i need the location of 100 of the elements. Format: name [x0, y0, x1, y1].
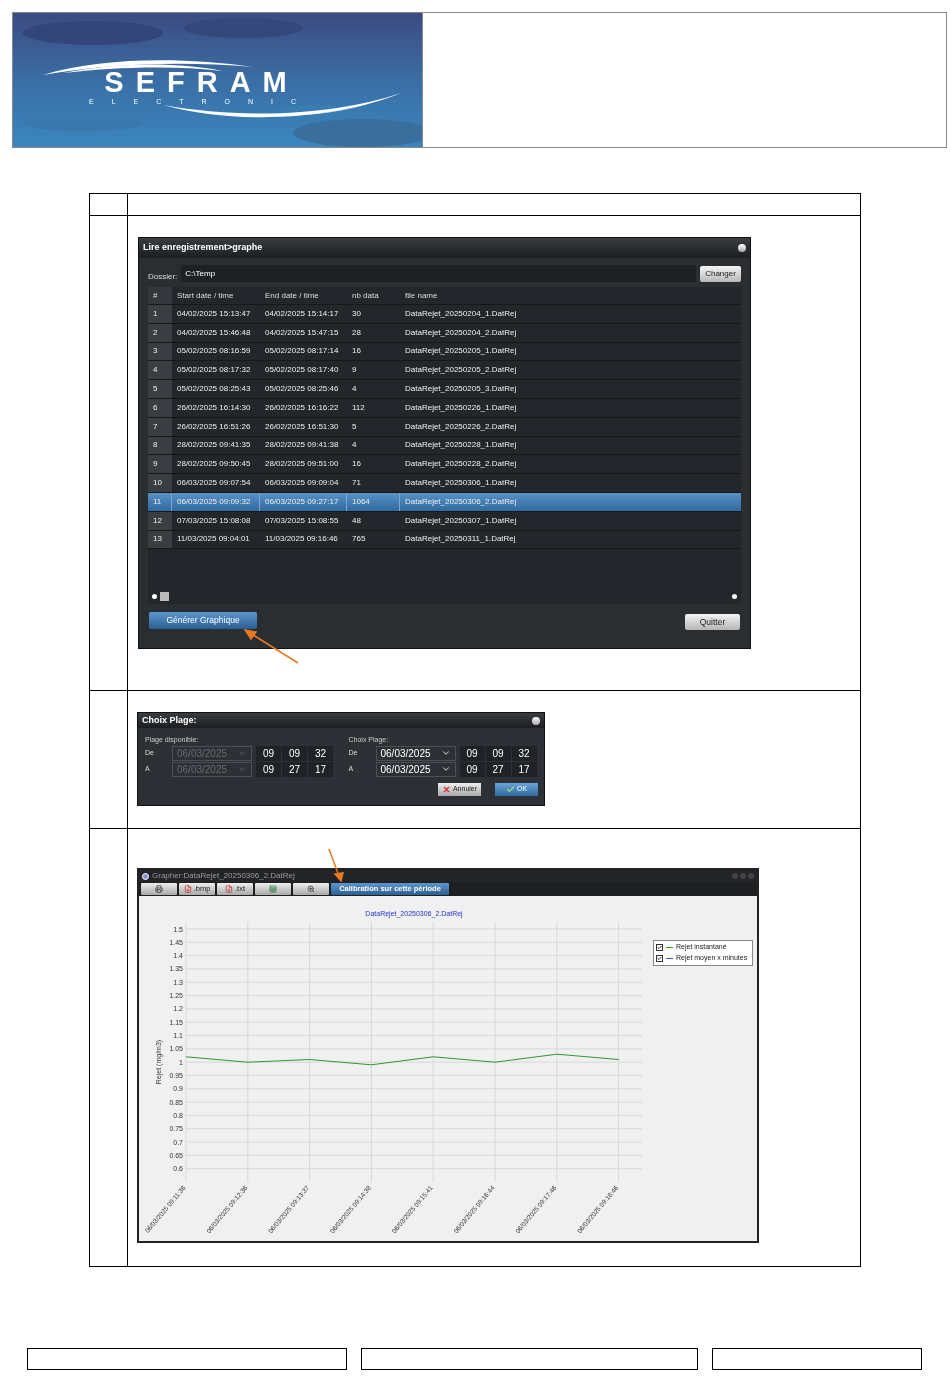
column-header[interactable]: file name	[400, 287, 741, 304]
table-row[interactable]: 6 26/02/2025 16:14:30 26/02/2025 16:16:22 112 DataRejet_20250226_1.DatRej	[148, 399, 741, 418]
table-row[interactable]: 7 26/02/2025 16:51:26 26/02/2025 16:51:30 5 DataRejet_20250226_2.DatRej	[148, 417, 741, 437]
table-cell-text: 28/02/2025 09:51:00	[264, 458, 340, 471]
table-cell-text: 05/02/2025 08:17:32	[176, 364, 252, 377]
table-cell-text: 05/02/2025 08:25:43	[176, 383, 252, 396]
pointer-arrow	[244, 629, 300, 665]
table-cell-text: 71	[351, 477, 362, 490]
table-cell: 1	[148, 305, 172, 323]
table-cell-text: 4	[351, 383, 358, 396]
document-icon	[225, 885, 233, 893]
table-cell-text: DataRejet_20250204_2.DatRej	[404, 326, 518, 339]
table-cell-text: 30	[351, 307, 362, 320]
table-cell-text: 05/02/2025 08:25:46	[264, 383, 340, 396]
table-cell-text: 9	[351, 364, 358, 377]
table-cell-text: 04/02/2025 15:13:47	[176, 307, 252, 320]
table-cell: 06/03/2025 09:09:32	[172, 492, 260, 511]
close-icon[interactable]	[532, 716, 540, 725]
chevron-icon	[440, 748, 451, 758]
table-row[interactable]: 13 11/03/2025 09:04:01 11/03/2025 09:16:46 765 DataRejet_20250311_1.DatRej	[148, 530, 741, 550]
generate-chart-button[interactable]: Générer Graphique	[149, 611, 257, 629]
spreadsheet-button[interactable]	[255, 883, 291, 895]
table-row[interactable]: 12 07/03/2025 15:08:08 07/03/2025 15:08:55 48 DataRejet_20250307_1.DatRej	[148, 511, 741, 531]
table-cell: 5	[148, 380, 172, 398]
time-field[interactable]: 09	[459, 761, 485, 777]
table-row[interactable]: 10 06/03/2025 09:07:54 06/03/2025 09:09:04 71 DataRejet_20250306_1.DatRej	[148, 474, 741, 493]
table-cell-text: 06/03/2025 09:07:54	[176, 477, 252, 490]
column-header[interactable]: End date / time	[260, 287, 347, 304]
print-button[interactable]	[141, 883, 177, 895]
column-header[interactable]: #	[148, 287, 172, 304]
table-cell-text: 26/02/2025 16:51:30	[264, 420, 340, 433]
table-row[interactable]: 8 28/02/2025 09:41:35 28/02/2025 09:41:38 4 DataRejet_20250228_1.DatRej	[148, 436, 741, 456]
table-cell-text: 04/02/2025 15:46:48	[176, 326, 252, 339]
table-cell-text: 11/03/2025 09:16:46	[264, 533, 339, 546]
time-field[interactable]: 17	[511, 761, 537, 777]
check-icon	[505, 785, 515, 794]
table-row[interactable]: 2 04/02/2025 15:46:48 04/02/2025 15:47:15 28 DataRejet_20250204_2.DatRej	[148, 323, 741, 343]
table-cell-text: 765	[351, 533, 367, 546]
time-field[interactable]: 32	[511, 745, 537, 761]
date-dropdown[interactable]: 06/03/2025	[375, 761, 456, 777]
window-title: Grapher:DataRejet_20250306_2.DatRej	[152, 870, 295, 882]
table-cell: 9	[148, 455, 172, 474]
cross-icon	[441, 785, 451, 794]
logo-text: SEFRAM	[104, 68, 299, 97]
quit-button[interactable]: Quitter	[685, 614, 740, 630]
table-cell-text: 26/02/2025 16:16:22	[264, 401, 340, 414]
table-cell-text: 26/02/2025 16:51:26	[176, 420, 252, 433]
table-cell-text: 07/03/2025 15:08:55	[264, 514, 340, 527]
table-cell-text: DataRejet_20250307_1.DatRej	[404, 514, 518, 527]
table-cell-text: 28	[351, 326, 362, 339]
time-field[interactable]: 09	[485, 745, 511, 761]
table-cell-text: DataRejet_20250228_1.DatRej	[404, 439, 518, 452]
table-row[interactable]: 3 05/02/2025 08:16:59 05/02/2025 08:17:14 16 DataRejet_20250205_1.DatRej	[148, 342, 741, 362]
table-cell-text: 16	[351, 345, 362, 358]
table-cell-text: 04/02/2025 15:47:15	[264, 326, 340, 339]
table-cell-text: DataRejet_20250205_3.DatRej	[404, 383, 518, 396]
table-row[interactable]: 1 04/02/2025 15:13:47 04/02/2025 15:14:17 30 DataRejet_20250204_1.DatRej	[148, 305, 741, 324]
table-cell-text: DataRejet_20250226_1.DatRej	[404, 401, 518, 414]
table-cell: 1064	[347, 492, 400, 511]
app-icon	[142, 872, 149, 880]
document-icon	[183, 885, 192, 893]
table-cell-text: 112	[351, 401, 366, 414]
spreadsheet-icon	[269, 885, 277, 893]
time-field[interactable]: 09	[459, 745, 485, 761]
chevron-icon	[440, 764, 451, 774]
table-cell-text: DataRejet_20250226_2.DatRej	[404, 420, 518, 433]
column-header[interactable]: Start date / time	[172, 287, 260, 304]
table-cell: 10	[148, 474, 172, 492]
table-cell-text: 28/02/2025 09:50:45	[176, 458, 252, 471]
legend-checkbox[interactable]	[656, 955, 663, 962]
table-cell-text: DataRejet_20250306_2.DatRej	[404, 495, 518, 508]
table-cell-text: 4	[351, 439, 358, 452]
table-cell-text: DataRejet_20250205_1.DatRej	[404, 345, 518, 358]
table-cell-text: DataRejet_20250306_1.DatRej	[404, 477, 518, 490]
table-cell: 11	[148, 492, 172, 511]
table-cell-text: 05/02/2025 08:17:40	[264, 364, 340, 377]
print-icon	[155, 885, 163, 893]
zoom-button[interactable]	[293, 883, 329, 895]
table-cell-text: DataRejet_20250228_2.DatRej	[404, 458, 518, 471]
change-button[interactable]: Changer	[700, 265, 741, 282]
close-icon[interactable]	[738, 244, 746, 252]
column-header[interactable]: nb data	[347, 287, 400, 304]
table-cell-text: 16	[351, 458, 362, 471]
folder-field[interactable]: C:\Temp	[181, 265, 696, 282]
table-cell-text: 28/02/2025 09:41:38	[264, 439, 340, 452]
window-title: Choix Plage:	[142, 713, 197, 727]
table-cell-text: 06/03/2025 09:09:04	[264, 477, 340, 490]
table-row[interactable]: 5 05/02/2025 08:25:43 05/02/2025 08:25:46 4 DataRejet_20250205_3.DatRej	[148, 380, 741, 399]
legend-checkbox[interactable]	[656, 944, 663, 951]
zoom-icon	[307, 885, 315, 893]
time-field[interactable]: 27	[485, 761, 511, 777]
table-cell-text: 5	[351, 420, 358, 433]
table-row[interactable]: 9 28/02/2025 09:50:45 28/02/2025 09:51:00 16 DataRejet_20250228_2.DatRej	[148, 455, 741, 475]
pointer-arrow	[326, 848, 344, 882]
date-dropdown[interactable]: 06/03/2025	[375, 745, 456, 761]
table-row[interactable]: 4 05/02/2025 08:17:32 05/02/2025 08:17:40 9 DataRejet_20250205_2.DatRej	[148, 361, 741, 381]
table-cell: 4	[148, 361, 172, 380]
table-cell-text: 48	[351, 514, 362, 527]
table-cell-text: 05/02/2025 08:16:59	[176, 345, 252, 358]
table-cell-text: 07/03/2025 15:08:08	[176, 514, 252, 527]
